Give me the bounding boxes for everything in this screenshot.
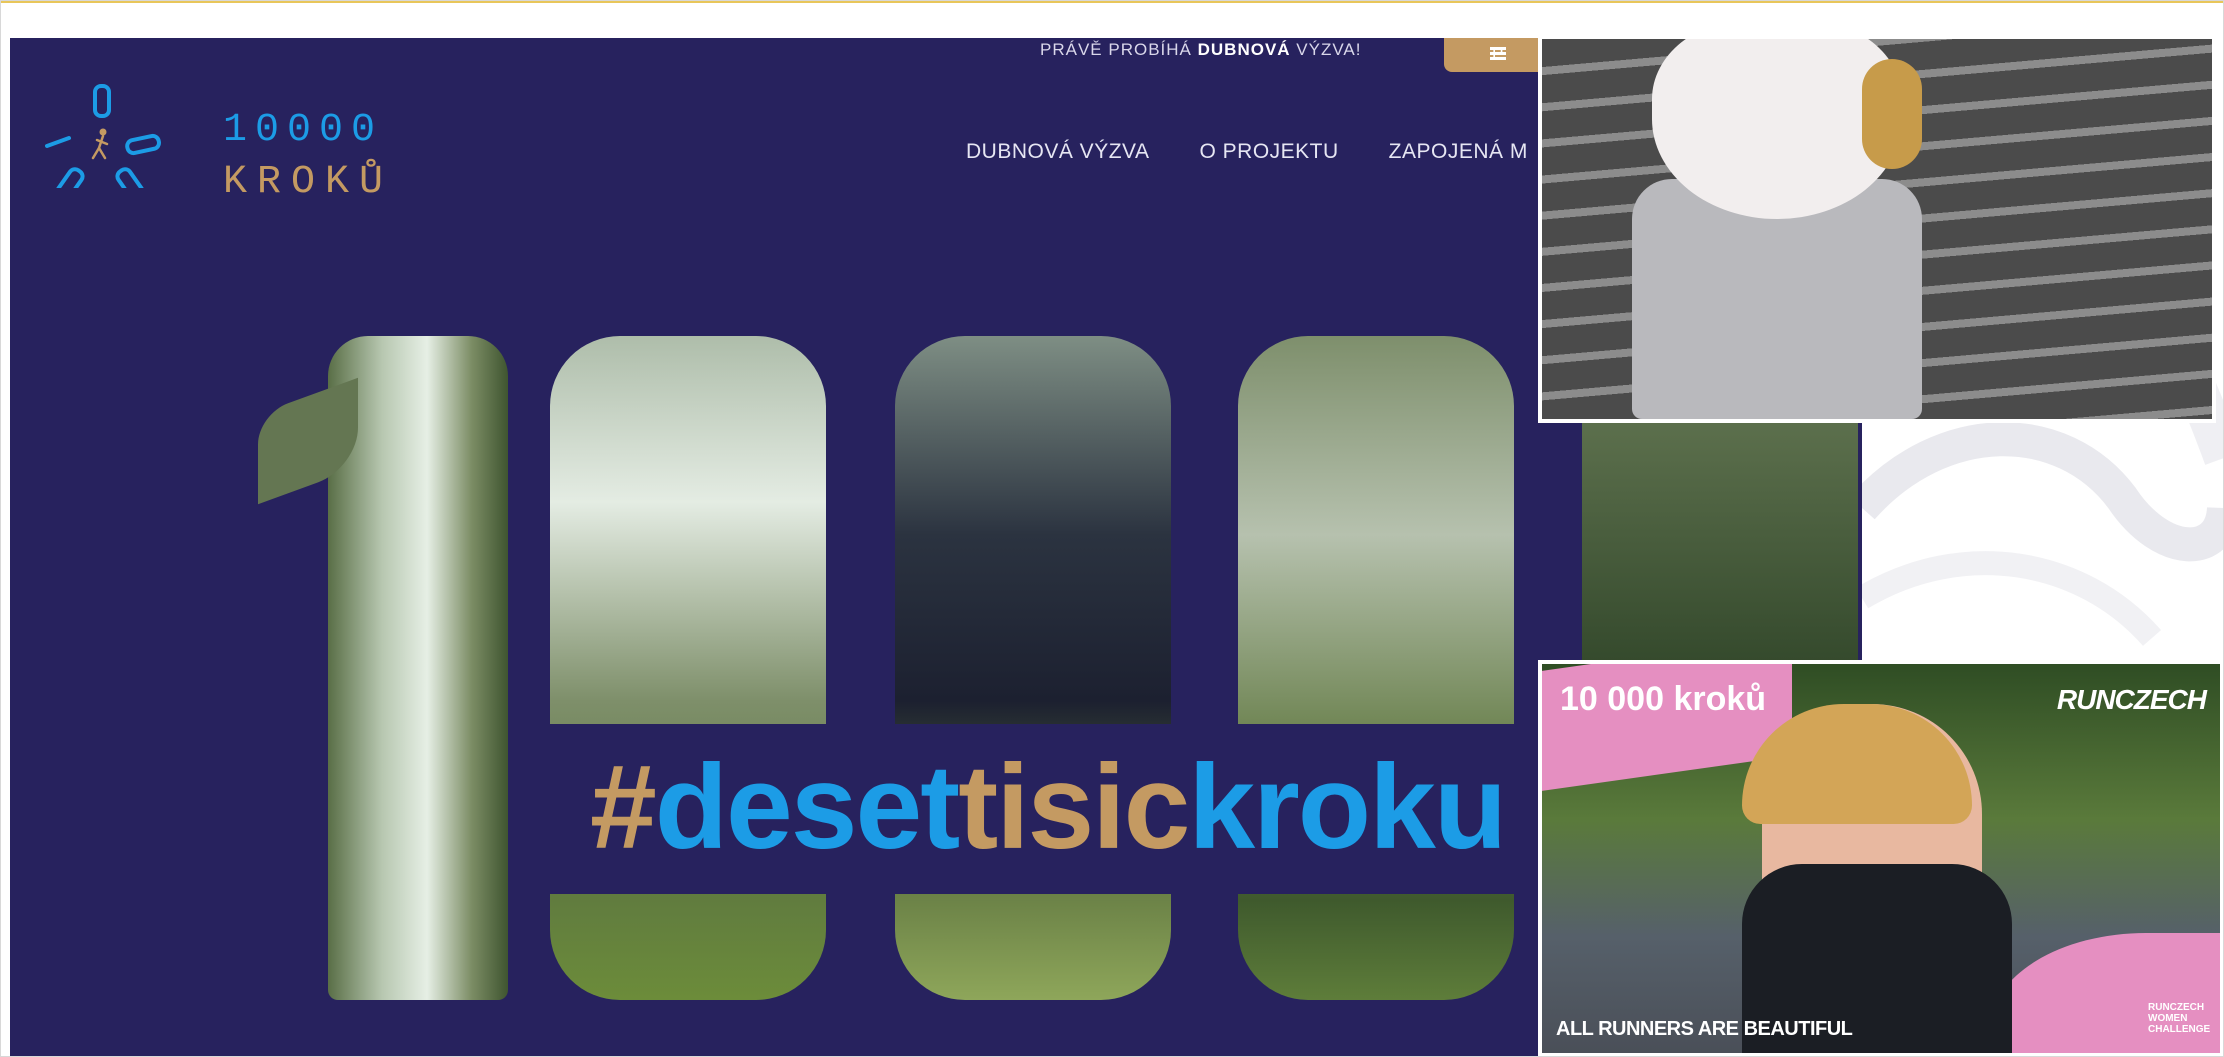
hashtag-part-1: deset [654, 740, 960, 874]
overlay-photo-stairs[interactable] [1538, 35, 2216, 423]
hashtag-part-3: kroku [1188, 740, 1507, 874]
list-icon [1490, 47, 1506, 60]
hero-hashtag: #desettisickroku [590, 738, 1507, 876]
hashtag-part-2: tisic [958, 740, 1190, 874]
logo-word: KROKŮ [223, 160, 394, 205]
hero-digit-zero-3 [1238, 336, 1514, 1000]
main-nav: DUBNOVÁ VÝZVA O PROJEKTU ZAPOJENÁ M [966, 140, 1528, 164]
announcement-suffix: VÝZVA! [1290, 40, 1362, 59]
logo-walker-icon [45, 84, 161, 201]
nav-item-dubnova-vyzva[interactable]: DUBNOVÁ VÝZVA [966, 140, 1149, 164]
promo-brand: RUNCZECH [2056, 684, 2207, 715]
hero-digit-zero-2 [895, 336, 1171, 1000]
logo-number: 10000 [223, 108, 384, 153]
person-hair [1862, 59, 1922, 169]
hero-digit-zero-1 [550, 336, 826, 1000]
hero-digit-one [328, 336, 508, 1000]
announcement-prefix: PRÁVĚ PROBÍHÁ [1040, 40, 1198, 59]
site-logo[interactable]: 10000 KROKŮ [35, 68, 383, 205]
promo-slogan: ALL RUNNERS ARE BEAUTIFUL [1556, 1018, 1853, 1040]
nav-item-zapojena[interactable]: ZAPOJENÁ M [1389, 140, 1528, 164]
nav-item-o-projektu[interactable]: O PROJEKTU [1199, 140, 1338, 164]
hashtag-hash: # [590, 740, 657, 874]
promo-corner-text: RUNCZECH WOMEN CHALLENGE [2148, 1002, 2211, 1035]
promo-title: 10 000 kroků [1560, 680, 1767, 718]
overlay-photo-runner-promo[interactable]: 10 000 kroků RUNCZECH ALL RUNNERS ARE BE… [1538, 660, 2224, 1057]
announcement-text: PRÁVĚ PROBÍHÁ DUBNOVÁ VÝZVA! [1040, 40, 1362, 60]
announcement-bold: DUBNOVÁ [1197, 40, 1291, 59]
browser-top-strip [0, 0, 2224, 38]
